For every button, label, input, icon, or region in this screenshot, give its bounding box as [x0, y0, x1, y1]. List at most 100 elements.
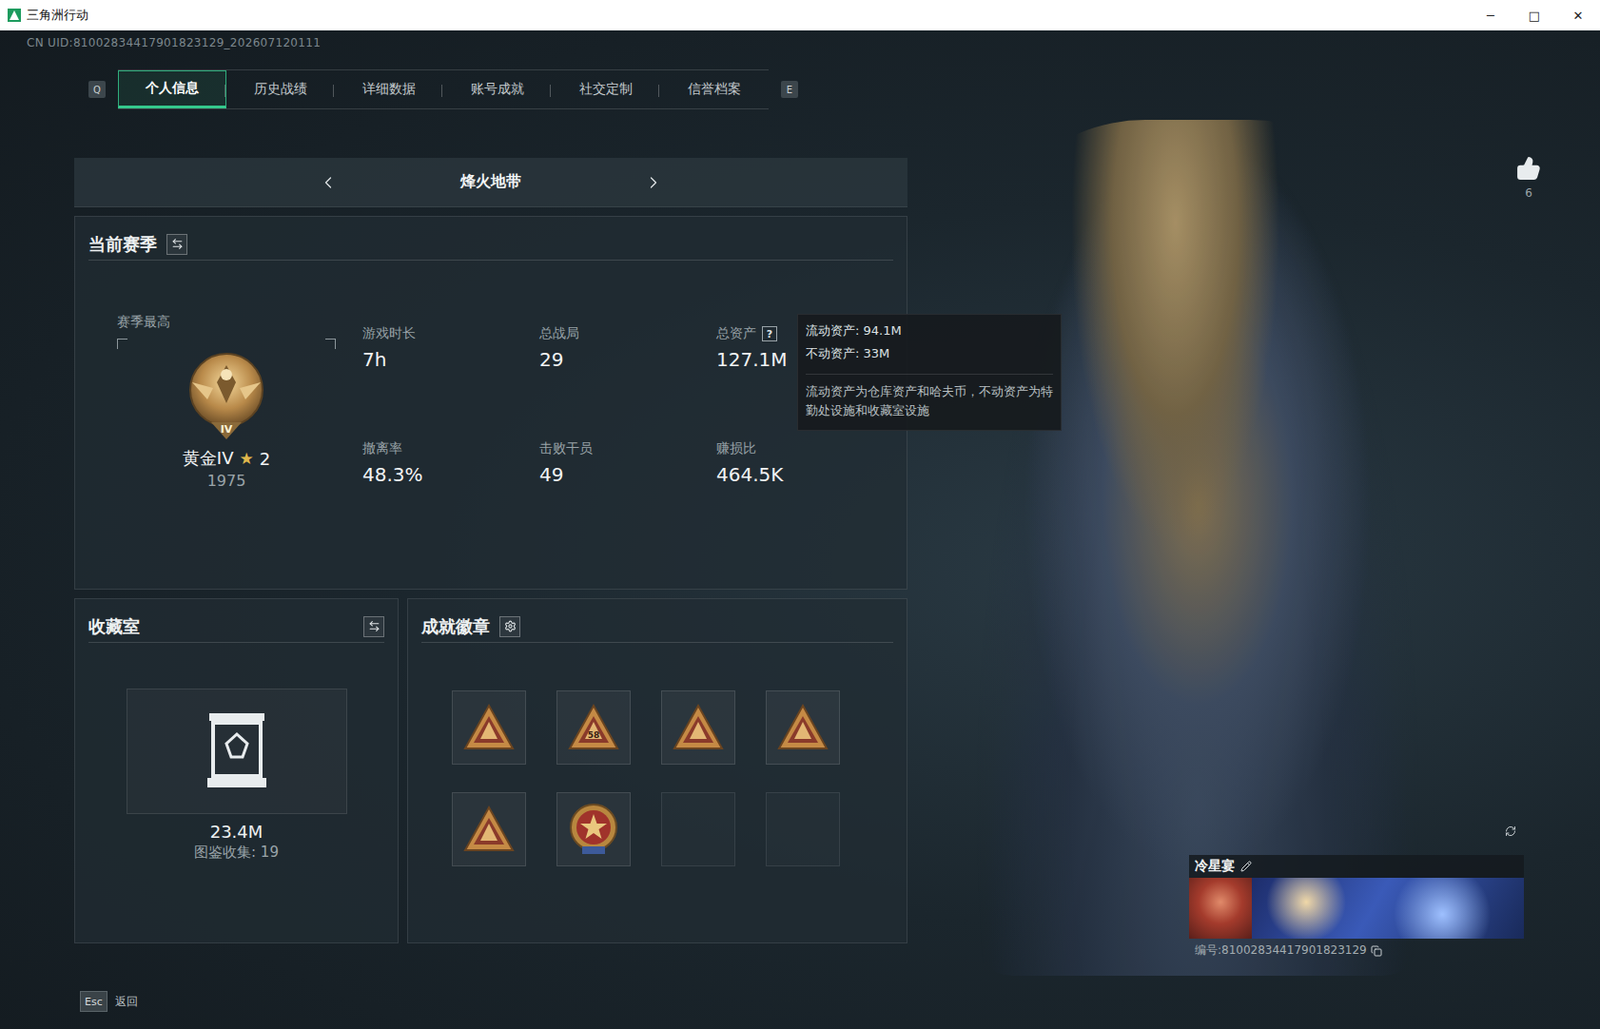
badge-slot[interactable] — [451, 690, 527, 765]
badge-slot[interactable] — [765, 792, 840, 867]
swap-icon — [171, 237, 184, 251]
badge-slot[interactable] — [765, 690, 840, 765]
content: Q个人信息历史战绩详细数据账号成就社交定制信誉档案E烽火地带当前赛季赛季最高IV… — [0, 53, 1600, 1029]
next-mode-button[interactable] — [638, 165, 669, 200]
badge-slot[interactable]: 58 — [556, 690, 631, 765]
achievements-panel: 成就徽章 58 — [407, 598, 908, 944]
like-count: 6 — [1524, 186, 1533, 200]
tooltip-line: 流动资产: 94.1M — [805, 322, 1054, 340]
badge-slot[interactable] — [556, 792, 631, 867]
title-bar: 三角洲行动─□✕ — [0, 0, 1600, 31]
stat: 赚损比 464.5K — [716, 440, 894, 497]
triangle-badge-icon — [462, 702, 516, 753]
stat: 撤离率 48.3% — [362, 440, 540, 497]
rank-name: 黄金IV★2 — [182, 447, 271, 470]
key-hint: E — [780, 80, 799, 98]
swap-button[interactable] — [166, 234, 188, 255]
badge-slot[interactable] — [661, 792, 736, 867]
svg-text:58: 58 — [587, 730, 601, 741]
player-name: 冷星宴 — [1194, 858, 1235, 876]
stat-value: 7h — [362, 348, 540, 371]
like-button[interactable]: 6 — [1516, 156, 1542, 200]
edit-icon[interactable] — [1240, 860, 1252, 873]
prev-mode-button[interactable] — [312, 165, 344, 200]
app-logo-icon — [7, 8, 21, 22]
stats-grid: 游戏时长7h总战局29总资产?127.1M流动资产: 94.1M不动资产: 33… — [362, 313, 894, 497]
settings-button[interactable] — [499, 616, 521, 638]
key-hint: Q — [88, 80, 106, 98]
panel-title: 收藏室 — [88, 615, 140, 639]
triangle-badge-icon: 58 — [566, 702, 621, 753]
panel-header: 当前赛季 — [88, 216, 894, 261]
tab[interactable]: 社交定制 — [551, 70, 661, 109]
bottom-row: 收藏室 23.4M图鉴收集: 19 成就徽章 58 — [74, 598, 908, 944]
collection-panel: 收藏室 23.4M图鉴收集: 19 — [74, 598, 399, 944]
collection-showcase[interactable] — [126, 688, 348, 815]
asset-tooltip: 流动资产: 94.1M 不动资产: 33M 流动资产为仓库资产和哈夫币，不动资产为特… — [797, 313, 1062, 431]
tooltip-line: 不动资产: 33M — [805, 345, 1054, 363]
profile-screen: 三角洲行动─□✕CN UID:81002834417901823129_2026… — [0, 0, 1600, 1029]
refresh-icon — [1504, 822, 1517, 840]
help-icon[interactable]: ? — [761, 326, 778, 342]
panel-header: 收藏室 — [88, 599, 385, 644]
stat-label: 总战局 — [539, 325, 717, 343]
stat-value: 48.3% — [362, 463, 540, 487]
swap-icon — [368, 620, 381, 633]
back-hint: Esc返回 — [79, 991, 908, 1013]
thumbs-up-icon — [1516, 156, 1542, 181]
triangle-badge-icon — [776, 702, 830, 753]
window-title: 三角洲行动 — [26, 6, 1469, 24]
stat-label: 赚损比 — [716, 440, 894, 458]
rotate-button[interactable] — [1499, 819, 1522, 843]
rank-score: 1975 — [207, 471, 247, 490]
season-body: 赛季最高IV黄金IV★21975游戏时长7h总战局29总资产?127.1M流动资… — [88, 260, 894, 497]
stat: 击败干员49 — [539, 440, 717, 497]
panel-title: 成就徽章 — [421, 615, 490, 639]
svg-text:IV: IV — [220, 423, 234, 436]
player-banner — [1251, 878, 1524, 939]
triangle-badge-icon — [462, 804, 516, 855]
tab[interactable]: 个人信息 — [117, 70, 227, 109]
back-button[interactable]: Esc — [79, 991, 108, 1013]
stat-label: 撤离率 — [362, 440, 540, 458]
window-control-button[interactable]: □ — [1512, 0, 1557, 31]
panel-title: 当前赛季 — [88, 233, 157, 256]
tab[interactable]: 历史战绩 — [226, 70, 335, 109]
stat: 游戏时长 7h — [362, 325, 540, 382]
tab-bar: Q 个人信息历史战绩详细数据账号成就社交定制信誉档案 E — [74, 66, 908, 113]
badge-slot[interactable] — [661, 690, 736, 765]
medal-badge-icon — [566, 800, 621, 859]
badge-grid: 58 — [451, 690, 894, 867]
tooltip-note: 流动资产为仓库资产和哈夫币，不动资产为特勤处设施和收藏室设施 — [805, 373, 1054, 421]
stat-label: 游戏时长 — [362, 325, 540, 343]
panel-header: 成就徽章 — [421, 599, 894, 644]
copy-icon[interactable] — [1370, 945, 1383, 957]
stat-label: 击败干员 — [539, 440, 717, 458]
rank-emblem-icon: IV — [178, 344, 274, 444]
collection-value: 23.4M — [88, 821, 385, 842]
display-case-icon — [203, 711, 271, 792]
character-area: 6 冷星宴编号:81002834417901823129 — [907, 53, 1600, 1029]
rank-frame: IV 黄金IV★21975 — [117, 338, 336, 497]
stat-value: 29 — [539, 348, 717, 371]
chevron-left-icon — [318, 168, 338, 197]
tab-list: 个人信息历史战绩详细数据账号成就社交定制信誉档案 — [117, 69, 769, 110]
mode-label: 烽火地带 — [448, 172, 534, 193]
player-card-images — [1189, 878, 1524, 939]
tab[interactable]: 账号成就 — [443, 70, 552, 109]
triangle-badge-icon — [671, 702, 725, 753]
uid-line: CN UID:81002834417901823129_202607120111 — [0, 30, 1600, 54]
gear-icon — [504, 620, 517, 633]
player-id-row: 编号:81002834417901823129 — [1189, 938, 1524, 963]
tab[interactable]: 信誉档案 — [660, 70, 769, 109]
window-control-button[interactable]: ✕ — [1556, 0, 1600, 31]
badge-slot[interactable] — [451, 792, 527, 867]
swap-button[interactable] — [363, 616, 385, 638]
player-card: 冷星宴编号:81002834417901823129 — [1189, 855, 1524, 963]
player-name-row: 冷星宴 — [1189, 855, 1524, 879]
stat-value: 464.5K — [716, 463, 894, 487]
tab[interactable]: 详细数据 — [334, 70, 444, 109]
window-control-button[interactable]: ─ — [1468, 0, 1513, 31]
collection-caption: 图鉴收集: 19 — [88, 843, 385, 862]
character-model[interactable] — [974, 119, 1422, 976]
